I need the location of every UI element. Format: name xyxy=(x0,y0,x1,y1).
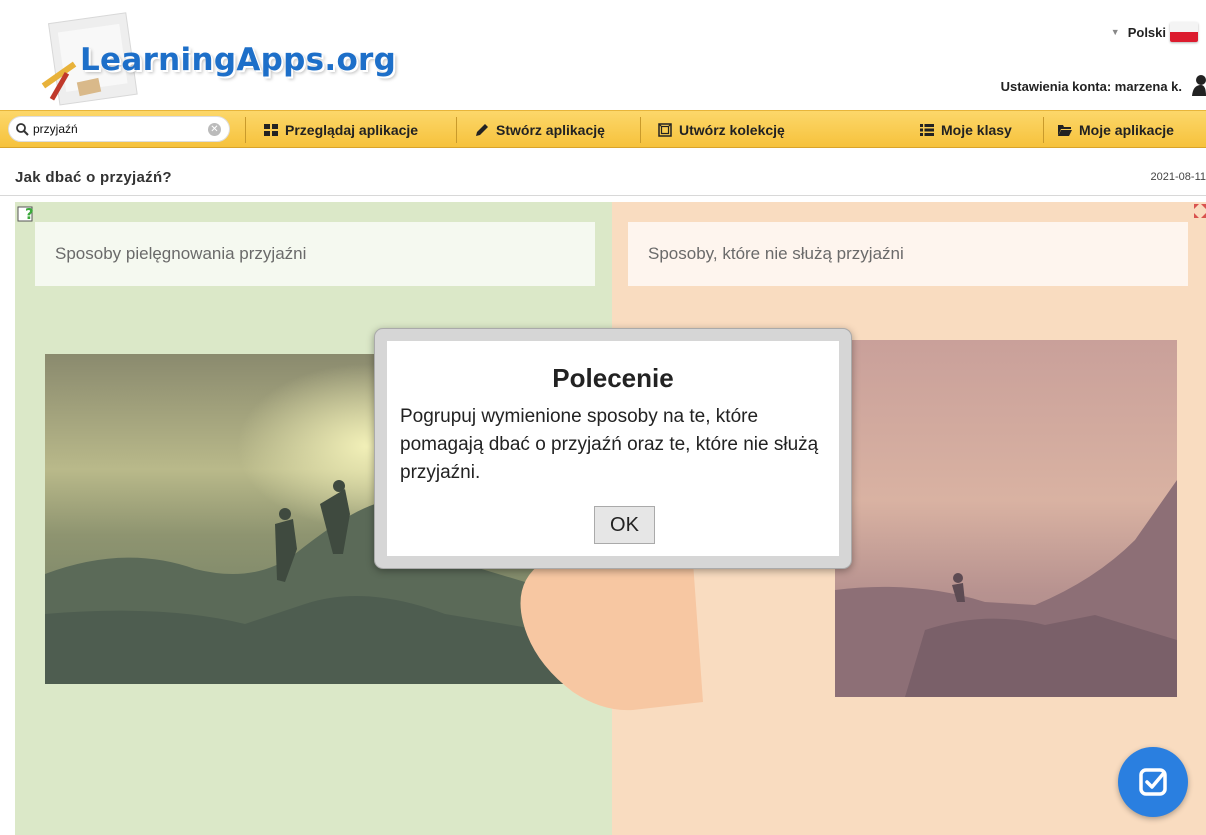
dialog-text: Pogrupuj wymienione sposoby na te, które… xyxy=(400,406,819,483)
check-icon xyxy=(1139,768,1167,796)
header: LearningApps.org ▼ Polski Ustawienia kon… xyxy=(0,0,1206,112)
nav-create-app-label: Stwórz aplikację xyxy=(496,122,605,138)
dialog-title: Polecenie xyxy=(552,363,674,393)
nav-create-collection-label: Utwórz kolekcję xyxy=(679,122,785,138)
language-label: Polski xyxy=(1127,24,1166,40)
grid-icon xyxy=(264,124,278,136)
nav-browse-apps-label: Przeglądaj aplikacje xyxy=(285,122,419,138)
flag-poland-icon xyxy=(1170,22,1198,42)
nav-my-apps-label: Moje aplikacje xyxy=(1079,122,1174,138)
user-icon[interactable] xyxy=(1192,74,1206,96)
clear-search-icon[interactable]: ✕ xyxy=(208,123,221,136)
nav-my-classes[interactable]: Moje klasy xyxy=(920,111,1012,149)
search-icon xyxy=(16,123,29,136)
collection-icon xyxy=(658,123,672,137)
search-input[interactable]: przyjaźń ✕ xyxy=(8,116,230,142)
page-title: Jak dbać o przyjaźń? xyxy=(15,169,172,186)
nav-browse-apps[interactable]: Przeglądaj aplikacje xyxy=(264,111,418,149)
main-navigation: przyjaźń ✕ Przeglądaj aplikacje Stwórz a… xyxy=(0,110,1206,148)
nav-create-app[interactable]: Stwórz aplikację xyxy=(475,111,605,149)
ok-button[interactable]: OK xyxy=(594,506,655,544)
help-icon[interactable]: ? xyxy=(17,204,37,224)
instructions-dialog: Polecenie Pogrupuj wymienione sposoby na… xyxy=(374,328,852,569)
page-date: 2021-08-11 xyxy=(1150,171,1206,183)
dialog-content: Polecenie Pogrupuj wymienione sposoby na… xyxy=(387,341,839,556)
language-selector[interactable]: ▼ Polski xyxy=(1111,22,1198,42)
nav-my-classes-label: Moje klasy xyxy=(941,122,1012,138)
dropdown-icon: ▼ xyxy=(1110,27,1120,37)
list-icon xyxy=(920,124,934,136)
folder-icon xyxy=(1058,125,1072,136)
nav-create-collection[interactable]: Utwórz kolekcję xyxy=(658,111,785,149)
app-title-bar: Jak dbać o przyjaźń? 2021-08-11 xyxy=(0,148,1206,196)
right-category-label: Sposoby, które nie służą przyjaźni xyxy=(628,222,1188,286)
nav-divider xyxy=(1043,117,1044,143)
left-category-label: Sposoby pielęgnowania przyjaźni xyxy=(35,222,595,286)
lonely-person-photo xyxy=(835,340,1177,697)
nav-divider xyxy=(640,117,641,143)
pencil-icon xyxy=(476,124,488,136)
nav-divider xyxy=(245,117,246,143)
check-answers-button[interactable] xyxy=(1118,747,1188,817)
search-value: przyjaźń xyxy=(33,122,78,136)
account-settings-link[interactable]: Ustawienia konta: marzena k. xyxy=(1001,79,1182,94)
fullscreen-icon[interactable] xyxy=(1194,204,1206,218)
logo-text[interactable]: LearningApps.org xyxy=(80,42,396,78)
nav-divider xyxy=(456,117,457,143)
nav-my-apps[interactable]: Moje aplikacje xyxy=(1058,111,1174,149)
svg-text:?: ? xyxy=(25,205,34,223)
